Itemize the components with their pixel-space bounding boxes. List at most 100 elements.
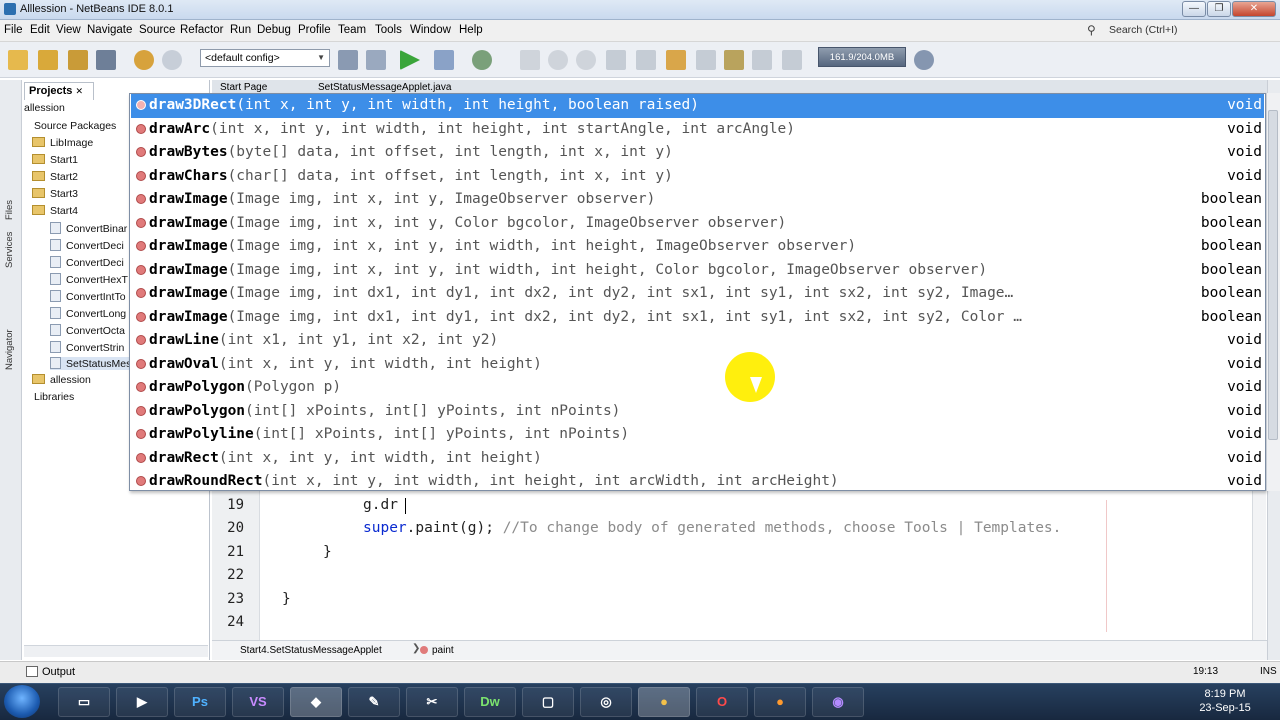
- tree-node-project[interactable]: allession: [24, 102, 65, 114]
- tab-setstatus-applet[interactable]: SetStatusMessageApplet.java: [318, 82, 451, 93]
- output-tab[interactable]: Output: [42, 666, 75, 678]
- completion-item[interactable]: drawImage(Image img, int x, int y, int w…: [131, 259, 1264, 283]
- clean-build-icon[interactable]: [366, 50, 386, 70]
- tree-node-libimage[interactable]: LibImage: [32, 137, 93, 149]
- close-icon[interactable]: ✕: [75, 86, 83, 96]
- completion-item[interactable]: drawPolygon(Polygon p) void: [131, 376, 1264, 400]
- undo-icon[interactable]: [134, 50, 154, 70]
- window-app-icon[interactable]: ▢: [522, 687, 574, 717]
- menu-run[interactable]: Run: [230, 24, 251, 36]
- completion-item[interactable]: drawImage(Image img, int x, int y, int w…: [131, 235, 1264, 259]
- tree-horizontal-scrollbar[interactable]: [24, 645, 208, 657]
- code-line-23[interactable]: }: [282, 591, 291, 607]
- services-side-tab[interactable]: Services: [4, 232, 15, 268]
- tools-icon[interactable]: ✂: [406, 687, 458, 717]
- pause-icon[interactable]: [548, 50, 568, 70]
- debug-icon[interactable]: [434, 50, 454, 70]
- completion-item[interactable]: drawLine(int x1, int y1, int x2, int y2)…: [131, 329, 1264, 353]
- gc-icon[interactable]: [914, 50, 934, 70]
- menu-help[interactable]: Help: [459, 24, 483, 36]
- code-line-20[interactable]: super.paint(g); //To change body of gene…: [363, 520, 1061, 536]
- completion-item[interactable]: drawArc(int x, int y, int width, int hei…: [131, 118, 1264, 142]
- completion-item[interactable]: drawImage(Image img, int dx1, int dy1, i…: [131, 282, 1264, 306]
- tree-node-libraries[interactable]: Libraries: [34, 391, 74, 403]
- editor-app-icon[interactable]: ✎: [348, 687, 400, 717]
- tree-node-file[interactable]: ConvertDeci: [50, 239, 124, 252]
- code-line-19[interactable]: g.dr: [363, 497, 398, 513]
- profile-icon[interactable]: [472, 50, 492, 70]
- new-project-icon[interactable]: [38, 50, 58, 70]
- menu-tools[interactable]: Tools: [375, 24, 402, 36]
- tree-node-start1[interactable]: Start1: [32, 154, 78, 166]
- menu-edit[interactable]: Edit: [30, 24, 50, 36]
- open-project-icon[interactable]: [68, 50, 88, 70]
- minimize-button[interactable]: —: [1182, 1, 1206, 17]
- breadcrumb-method[interactable]: paint: [432, 645, 454, 656]
- menu-navigate[interactable]: Navigate: [87, 24, 132, 36]
- start-button[interactable]: [4, 685, 40, 718]
- tree-node-file[interactable]: ConvertIntTo: [50, 290, 126, 303]
- watch-icon[interactable]: [782, 50, 802, 70]
- menu-file[interactable]: File: [4, 24, 23, 36]
- completion-scroll-thumb[interactable]: [1268, 110, 1278, 440]
- chrome-icon[interactable]: ●: [638, 687, 690, 717]
- menu-profile[interactable]: Profile: [298, 24, 331, 36]
- tree-node-file[interactable]: ConvertStrin: [50, 341, 124, 354]
- photoshop-icon[interactable]: Ps: [174, 687, 226, 717]
- completion-item[interactable]: drawImage(Image img, int dx1, int dy1, i…: [131, 306, 1264, 330]
- navigator-side-tab[interactable]: Navigator: [4, 329, 15, 370]
- completion-item[interactable]: drawRoundRect(int x, int y, int width, i…: [131, 470, 1264, 494]
- redo-icon[interactable]: [162, 50, 182, 70]
- tree-node-file[interactable]: ConvertLong: [50, 307, 126, 320]
- step-icon[interactable]: [520, 50, 540, 70]
- breadcrumb-class[interactable]: Start4.SetStatusMessageApplet: [240, 645, 382, 656]
- network-app-icon[interactable]: ◎: [580, 687, 632, 717]
- menu-window[interactable]: Window: [410, 24, 451, 36]
- opera-icon[interactable]: O: [696, 687, 748, 717]
- config-select[interactable]: <default config> ▼: [200, 49, 330, 67]
- media-player-icon[interactable]: ▶: [116, 687, 168, 717]
- netbeans-taskbar-icon[interactable]: ◆: [290, 687, 342, 717]
- tree-node-allession[interactable]: allession: [32, 374, 91, 386]
- tree-node-file[interactable]: ConvertHexT: [50, 273, 128, 286]
- tree-node-file[interactable]: ConvertDeci: [50, 256, 124, 269]
- completion-item[interactable]: drawOval(int x, int y, int width, int he…: [131, 353, 1264, 377]
- menu-debug[interactable]: Debug: [257, 24, 291, 36]
- menu-team[interactable]: Team: [338, 24, 366, 36]
- visual-studio-icon[interactable]: VS: [232, 687, 284, 717]
- explorer-icon[interactable]: ▭: [58, 687, 110, 717]
- continue-icon[interactable]: [576, 50, 596, 70]
- apply-changes-icon[interactable]: [724, 50, 744, 70]
- run-icon[interactable]: [400, 50, 420, 70]
- tab-start-page[interactable]: Start Page: [220, 82, 267, 93]
- step-out-icon[interactable]: [666, 50, 686, 70]
- dreamweaver-icon[interactable]: Dw: [464, 687, 516, 717]
- save-all-icon[interactable]: [96, 50, 116, 70]
- completion-item[interactable]: drawImage(Image img, int x, int y, Image…: [131, 188, 1264, 212]
- code-line-21[interactable]: }: [323, 544, 332, 560]
- completion-item[interactable]: drawBytes(byte[] data, int offset, int l…: [131, 141, 1264, 165]
- completion-item[interactable]: drawRect(int x, int y, int width, int he…: [131, 447, 1264, 471]
- completion-item[interactable]: drawPolygon(int[] xPoints, int[] yPoints…: [131, 400, 1264, 424]
- step-into-icon[interactable]: [636, 50, 656, 70]
- system-clock[interactable]: 8:19 PM 23-Sep-15: [1192, 687, 1258, 717]
- run-to-cursor-icon[interactable]: [696, 50, 716, 70]
- projects-tab[interactable]: Projects ✕: [24, 82, 94, 100]
- search-input[interactable]: Search (Ctrl+I): [1109, 24, 1178, 36]
- menu-refactor[interactable]: Refactor: [180, 24, 223, 36]
- completion-item[interactable]: drawChars(char[] data, int offset, int l…: [131, 165, 1264, 189]
- memory-indicator[interactable]: 161.9/204.0MB: [818, 47, 906, 67]
- close-button[interactable]: ✕: [1232, 1, 1276, 17]
- files-side-tab[interactable]: Files: [4, 200, 15, 220]
- search-box[interactable]: ⚲ Search (Ctrl+I): [1085, 22, 1277, 40]
- step-over-icon[interactable]: [606, 50, 626, 70]
- build-icon[interactable]: [338, 50, 358, 70]
- completion-item[interactable]: drawImage(Image img, int x, int y, Color…: [131, 212, 1264, 236]
- maximize-button[interactable]: ❐: [1207, 1, 1231, 17]
- tree-node-start3[interactable]: Start3: [32, 188, 78, 200]
- tree-node-file-selected[interactable]: SetStatusMes: [50, 357, 131, 370]
- tree-node-file[interactable]: ConvertBinar: [50, 222, 127, 235]
- menu-source[interactable]: Source: [139, 24, 175, 36]
- tree-node-start4[interactable]: Start4: [32, 205, 78, 217]
- new-file-icon[interactable]: [8, 50, 28, 70]
